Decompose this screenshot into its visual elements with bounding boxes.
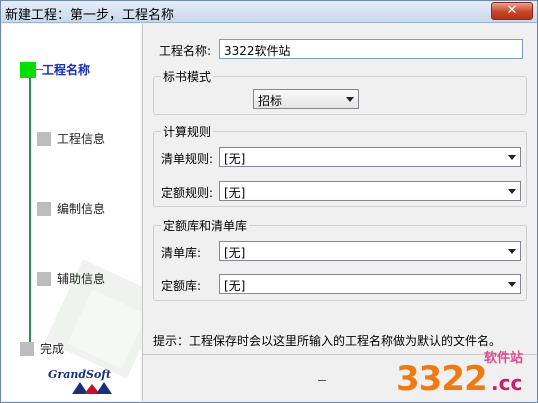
watermark-domain: .cc [491,371,523,395]
chevron-down-icon [346,97,354,102]
site-watermark: 软件站 3322 .cc [396,347,536,402]
grandsoft-logo-icon [72,382,112,394]
step-label: 完成 [40,342,65,356]
step-label: 辅助信息 [57,272,106,286]
new-project-dialog: 新建工程：第一步，工程名称 ✕ 工程名称 工程信息 编制信息 辅助信息 完成 G… [0,0,538,403]
libraries-title: 定额库和清单库 [161,217,250,234]
title-bar[interactable]: 新建工程：第一步，工程名称 ✕ [1,1,537,23]
footer-mark [318,380,326,381]
step-label: 工程信息 [57,132,106,146]
step-marker-icon [37,271,51,286]
step-project-name[interactable]: 工程名称 [20,61,90,78]
step-project-info[interactable]: 工程信息 [37,130,105,147]
watermark-number: 3322 [396,359,488,399]
wizard-steps-panel: 工程名称 工程信息 编制信息 辅助信息 完成 GrandSoft [2,24,141,401]
step-label: 工程名称 [42,63,91,77]
project-name-label: 工程名称: [159,44,212,58]
chevron-down-icon [508,249,516,254]
chevron-down-icon [508,189,516,194]
quota-rule-label: 定额规则: [161,186,214,200]
quota-lib-value: [无] [224,279,246,293]
step-compile-info[interactable]: 编制信息 [37,200,105,217]
close-button[interactable]: ✕ [491,2,533,20]
step-marker-icon [37,201,51,216]
quota-lib-label: 定额库: [161,279,202,293]
window-title: 新建工程：第一步，工程名称 [5,8,175,23]
step-marker-icon [37,131,51,146]
bill-rule-value: [无] [224,152,246,166]
bill-rule-select[interactable]: [无] [219,147,521,167]
bill-lib-label: 清单库: [161,246,202,260]
project-name-input[interactable]: 3322软件站 [219,39,523,59]
bid-mode-select[interactable]: 招标 [253,89,359,109]
quota-lib-select[interactable]: [无] [219,274,521,294]
chevron-down-icon [508,282,516,287]
step-aux-info[interactable]: 辅助信息 [37,270,105,287]
step-marker-icon [20,61,36,78]
step-label: 编制信息 [57,202,106,216]
quota-rule-select[interactable]: [无] [219,181,521,201]
bill-lib-value: [无] [224,246,246,260]
bid-mode-value: 招标 [258,94,283,108]
steps-connector-line [29,72,31,347]
quota-rule-value: [无] [224,186,246,200]
chevron-down-icon [508,155,516,160]
bill-lib-select[interactable]: [无] [219,241,521,261]
bid-mode-title: 标书模式 [161,68,214,85]
calc-rules-title: 计算规则 [161,123,214,140]
watermark-site-text: 软件站 [484,351,524,366]
grandsoft-logo: GrandSoft [48,368,112,381]
step-marker-icon [20,341,34,356]
bill-rule-label: 清单规则: [161,152,214,166]
step-finish[interactable]: 完成 [20,340,64,357]
project-name-form: 工程名称: 3322软件站 标书模式 招标 计算规则 清单规则: [无] 定额规… [143,24,537,401]
